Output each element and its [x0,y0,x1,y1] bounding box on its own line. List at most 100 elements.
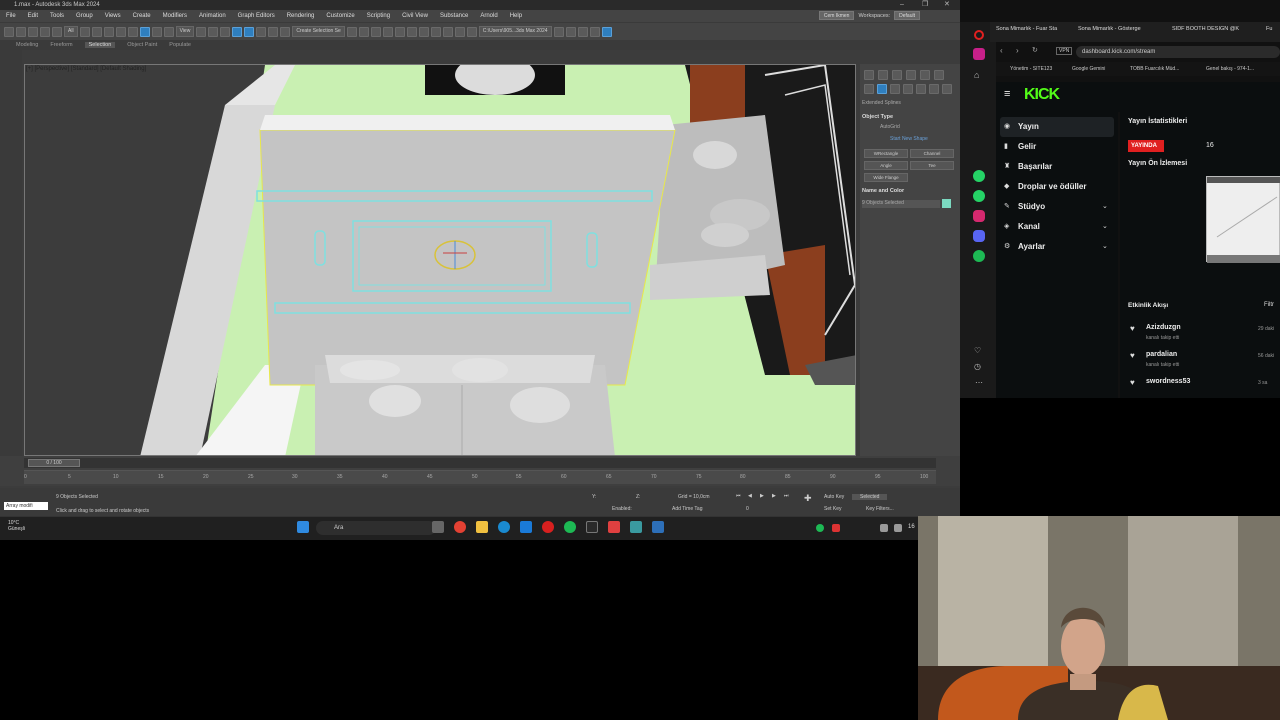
spotify-sidebar-icon[interactable] [973,250,985,262]
instagram-icon[interactable] [973,210,985,222]
url-field[interactable]: dashboard.kick.com/stream [1076,46,1280,58]
menu-animation[interactable]: Animation [193,10,232,22]
steam-icon[interactable] [586,521,598,533]
browser-tab[interactable]: SIDF BOOTH DESIGN @K [1172,26,1252,32]
go-to-start-icon[interactable]: ⏮ [736,493,741,499]
menu-file[interactable]: File [0,10,22,22]
ribbon-tab-modeling[interactable]: Modeling [16,42,38,48]
bookmark-item[interactable]: Google Gemini [1072,66,1105,72]
spacewarps-icon[interactable] [929,84,939,94]
ribbon-tab-populate[interactable]: Populate [169,42,191,48]
spotify-icon[interactable] [564,521,576,533]
filter-button[interactable]: Filtr [1264,302,1274,308]
mirror-icon[interactable] [346,26,357,37]
set-key-button[interactable]: Set Key [824,506,842,512]
weather-widget[interactable]: 10°C Güneşli [8,520,25,532]
project-path-field[interactable]: C:\Users\905...3ds Max 2024 [478,26,552,37]
menu-group[interactable]: Group [70,10,99,22]
object-name-field[interactable]: 9 Objects Selected [862,200,940,208]
store-icon[interactable] [520,521,532,533]
select-move-icon[interactable] [127,26,138,37]
browser-tab[interactable]: Sona Mimarlık - Fuar Sta [996,26,1072,32]
menu-modifiers[interactable]: Modifiers [157,10,193,22]
menu-graph-editors[interactable]: Graph Editors [232,10,281,22]
menu-rendering[interactable]: Rendering [281,10,321,22]
wide-flange-button[interactable]: Wide Flange [864,173,908,182]
taskbar-search[interactable]: Ara [316,521,436,535]
edge-icon[interactable] [498,521,510,533]
whatsapp-business-icon[interactable] [973,190,985,202]
event-user[interactable]: pardalian [1146,351,1177,358]
object-type-rollout[interactable]: Object Type [862,114,958,120]
menu-create[interactable]: Create [127,10,157,22]
render-icon[interactable] [466,26,477,37]
history-icon[interactable]: ◷ [974,362,981,371]
menu-substance[interactable]: Substance [434,10,474,22]
nav-ayarlar[interactable]: Ayarlar [1018,242,1045,251]
nav-kanal[interactable]: Kanal [1018,222,1040,231]
user-account-button[interactable]: Cem Ikmen [818,11,855,20]
discord-icon[interactable] [973,230,985,242]
close-icon[interactable]: ✕ [944,0,950,10]
menu-arnold[interactable]: Arnold [474,10,503,22]
set-key-icon[interactable]: ✚ [804,493,812,504]
display-tab-icon[interactable] [920,70,930,80]
key-mode-dropdown[interactable]: Selected [852,494,888,500]
menu-edit[interactable]: Edit [22,10,44,22]
bind-spacewarp-icon[interactable] [52,26,62,37]
create-tab-icon[interactable] [864,70,874,80]
rendered-frame-icon[interactable] [454,26,465,37]
time-slider-track[interactable] [24,458,936,468]
undo-icon[interactable] [4,26,14,37]
go-to-end-icon[interactable]: ⏭ [784,493,789,499]
ribbon-toggle-icon[interactable] [394,26,405,37]
hierarchy-tab-icon[interactable] [892,70,902,80]
windows-start-icon[interactable] [297,521,309,533]
key-filters-button[interactable]: Key Filters... [866,506,894,512]
rectangular-selection-icon[interactable] [103,26,114,37]
schematic-view-icon[interactable] [418,26,429,37]
angle-snap-icon[interactable] [244,26,255,37]
minimize-icon[interactable]: – [900,0,904,10]
menu-help[interactable]: Help [504,10,528,22]
viewport-settings-icon[interactable] [601,26,612,37]
motion-tab-icon[interactable] [906,70,916,80]
render-setup-icon[interactable] [442,26,453,37]
bookmark-item[interactable]: Yönetim - SITE123 [1010,66,1052,72]
vpn-badge[interactable]: VPN [1056,47,1073,55]
stream-preview[interactable] [1206,176,1280,263]
tray-app-icon[interactable] [832,524,840,532]
reference-coordinate-dropdown[interactable]: View [175,26,195,37]
curve-editor-icon[interactable] [406,26,417,37]
chrome-icon[interactable] [454,521,466,533]
select-place-icon[interactable] [163,26,174,37]
previous-frame-icon[interactable]: ◀ [748,493,752,499]
app-taskbar-icon[interactable] [652,521,664,533]
ribbon-tab-selection[interactable]: Selection [84,42,116,48]
cameras-icon[interactable] [903,84,913,94]
selection-filter-dropdown[interactable]: All [64,26,78,37]
align-icon[interactable] [358,26,369,37]
bookmark-item[interactable]: Genel bakış - 974-1... [1206,66,1254,72]
nav-droplar[interactable]: Droplar ve ödüller [1018,182,1086,191]
spline-category-dropdown[interactable]: Extended Splines [862,100,958,106]
unlink-icon[interactable] [40,26,50,37]
chevron-down-icon[interactable]: ⌄ [1102,242,1108,250]
percent-snap-icon[interactable] [256,26,267,37]
material-editor-icon[interactable] [430,26,441,37]
browser-tab[interactable]: Sona Mimarlık - Gösterge [1078,26,1156,32]
systems-icon[interactable] [942,84,952,94]
angle-button[interactable]: Angle [864,161,908,170]
select-scale-icon[interactable] [151,26,162,37]
window-crossing-icon[interactable] [115,26,126,37]
maximize-icon[interactable]: ❐ [922,0,928,10]
project-folder-icon[interactable] [553,26,564,37]
ribbon-tab-object-paint[interactable]: Object Paint [127,42,157,48]
hamburger-menu-icon[interactable]: ≡ [1004,88,1010,100]
menu-civil-view[interactable]: Civil View [396,10,434,22]
nav-basarilar[interactable]: Başarılar [1018,162,1052,171]
forward-icon[interactable]: › [1016,46,1019,55]
snaps-toggle-icon[interactable] [232,26,243,37]
geometry-icon[interactable] [864,84,874,94]
maxscript-listener[interactable]: Array modifi [4,502,48,510]
